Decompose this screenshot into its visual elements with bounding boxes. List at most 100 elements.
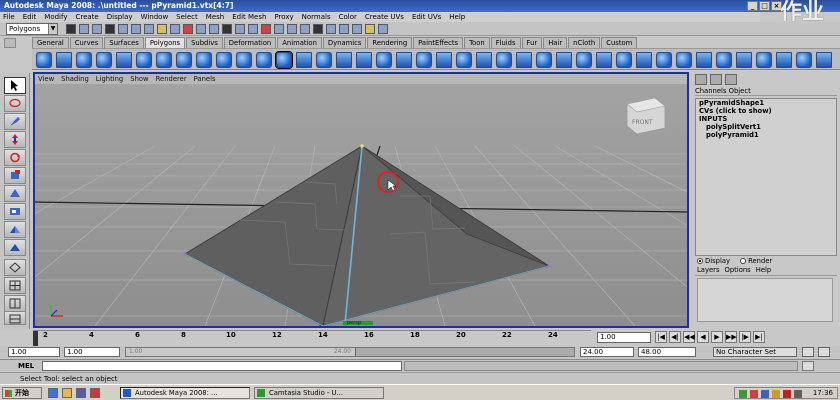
- tab-fluids[interactable]: Fluids: [490, 37, 521, 48]
- viewport-menu-renderer[interactable]: Renderer: [156, 74, 187, 84]
- step-forward-frame-button[interactable]: ▶▶: [725, 331, 737, 343]
- new-scene-icon[interactable]: [66, 24, 76, 34]
- step-back-key-button[interactable]: ◀|: [669, 331, 681, 343]
- select-hierarchy-icon[interactable]: [118, 24, 128, 34]
- select-component-icon[interactable]: [144, 24, 154, 34]
- help-menu[interactable]: Help: [756, 266, 772, 275]
- uv-editor-icon[interactable]: [716, 52, 732, 68]
- shape-node-name[interactable]: pPyramidShape1: [696, 99, 836, 107]
- reduce-icon[interactable]: [416, 52, 432, 68]
- selection-mask-icon[interactable]: [105, 24, 115, 34]
- select-joint-icon[interactable]: [170, 24, 180, 34]
- options-menu[interactable]: Options: [725, 266, 751, 275]
- channels-menu[interactable]: Channels: [695, 87, 726, 95]
- viewport-scene[interactable]: FRONT persp: [35, 84, 687, 326]
- append-polygon-icon[interactable]: [476, 52, 492, 68]
- script-editor-icon[interactable]: [802, 361, 814, 371]
- poly-cube-icon[interactable]: [56, 52, 72, 68]
- end-time-field[interactable]: 48.00: [638, 347, 696, 357]
- command-input[interactable]: [42, 361, 402, 371]
- channel-box-toggle-icon[interactable]: [695, 74, 707, 85]
- character-set-dropdown[interactable]: No Character Set: [713, 347, 797, 357]
- quadrangulate-icon[interactable]: [776, 52, 792, 68]
- object-menu[interactable]: Object: [729, 87, 751, 95]
- ipr-render-icon[interactable]: [352, 24, 362, 34]
- snap-point-icon[interactable]: [287, 24, 297, 34]
- input-node[interactable]: polyPyramid1: [696, 131, 836, 139]
- tab-polygons[interactable]: Polygons: [144, 37, 186, 48]
- tray-update-icon[interactable]: [772, 390, 780, 398]
- poly-cone-icon[interactable]: [96, 52, 112, 68]
- layout-persp-outliner[interactable]: [4, 259, 26, 276]
- menu-proxy[interactable]: Proxy: [274, 12, 293, 22]
- tab-rendering[interactable]: Rendering: [367, 37, 413, 48]
- tab-dynamics[interactable]: Dynamics: [322, 37, 367, 48]
- layout-hypershade[interactable]: [4, 295, 26, 312]
- render-layer-radio[interactable]: Render: [740, 256, 772, 266]
- start-button[interactable]: 开始: [2, 387, 42, 399]
- save-scene-icon[interactable]: [92, 24, 102, 34]
- mel-label[interactable]: MEL: [18, 361, 34, 371]
- boolean-difference-icon[interactable]: [356, 52, 372, 68]
- step-back-frame-button[interactable]: ◀◀: [683, 331, 695, 343]
- tab-animation[interactable]: Animation: [277, 37, 322, 48]
- tray-antivirus-icon[interactable]: [783, 390, 791, 398]
- menu-mesh[interactable]: Mesh: [206, 12, 224, 22]
- quick-launch-ie-icon[interactable]: [48, 388, 58, 398]
- poly-torus-icon[interactable]: [136, 52, 152, 68]
- layout-single-view[interactable]: [4, 221, 26, 238]
- play-forwards-button[interactable]: ▶: [711, 331, 723, 343]
- poly-pipe-icon[interactable]: [196, 52, 212, 68]
- perspective-viewport[interactable]: View Shading Lighting Show Renderer Pane…: [33, 72, 689, 328]
- offset-edge-loop-icon[interactable]: [536, 52, 552, 68]
- viewport-menu-shading[interactable]: Shading: [61, 74, 89, 84]
- layer-list[interactable]: [697, 278, 833, 322]
- viewport-menu-panels[interactable]: Panels: [194, 74, 216, 84]
- maximize-button[interactable]: □: [759, 1, 770, 11]
- chamfer-vertex-icon[interactable]: [616, 52, 632, 68]
- cvs-toggle[interactable]: CVs (click to show): [696, 107, 836, 115]
- go-to-end-button[interactable]: ▶|: [753, 331, 765, 343]
- tool-settings-toggle-icon[interactable]: [725, 74, 737, 85]
- split-polygon-icon[interactable]: [496, 52, 512, 68]
- bevel-icon[interactable]: [556, 52, 572, 68]
- input-line-icon[interactable]: [378, 24, 388, 34]
- history-icon[interactable]: [326, 24, 336, 34]
- menu-set-dropdown[interactable]: Polygons ▼: [6, 23, 58, 35]
- attribute-editor-toggle-icon[interactable]: [710, 74, 722, 85]
- delete-edge-icon[interactable]: [596, 52, 612, 68]
- cylindrical-mapping-icon[interactable]: [656, 52, 672, 68]
- render-settings-icon[interactable]: [365, 24, 375, 34]
- menu-window[interactable]: Window: [141, 12, 169, 22]
- automatic-mapping-icon[interactable]: [696, 52, 712, 68]
- extrude-icon[interactable]: [436, 52, 452, 68]
- poly-prism-icon[interactable]: [156, 52, 172, 68]
- tab-surfaces[interactable]: Surfaces: [104, 37, 144, 48]
- select-tool[interactable]: [4, 77, 26, 94]
- poly-soccer-ball-icon[interactable]: [236, 52, 252, 68]
- last-used-tool[interactable]: [4, 203, 26, 220]
- cleanup-icon[interactable]: [816, 52, 832, 68]
- animation-prefs-icon[interactable]: [818, 347, 830, 357]
- planar-mapping-icon[interactable]: [636, 52, 652, 68]
- menu-edit-uvs[interactable]: Edit UVs: [412, 12, 441, 22]
- tab-general[interactable]: General: [32, 37, 69, 48]
- menu-normals[interactable]: Normals: [302, 12, 331, 22]
- tab-deformation[interactable]: Deformation: [223, 37, 277, 48]
- display-layer-radio[interactable]: Display: [697, 256, 730, 266]
- tab-toon[interactable]: Toon: [464, 37, 490, 48]
- tray-display-icon[interactable]: [794, 390, 802, 398]
- menu-select[interactable]: Select: [176, 12, 198, 22]
- tab-subdivs[interactable]: Subdivs: [186, 37, 223, 48]
- viewport-menu-show[interactable]: Show: [130, 74, 148, 84]
- layout-four-view[interactable]: [4, 239, 26, 256]
- poly-cylinder-icon[interactable]: [76, 52, 92, 68]
- spherical-mapping-icon[interactable]: [676, 52, 692, 68]
- menu-edit-mesh[interactable]: Edit Mesh: [232, 12, 266, 22]
- input-node[interactable]: polySplitVert1: [696, 123, 836, 131]
- end-range-field[interactable]: 24.00: [580, 347, 634, 357]
- select-deformer-icon[interactable]: [209, 24, 219, 34]
- mirror-geometry-icon[interactable]: [396, 52, 412, 68]
- menu-create-uvs[interactable]: Create UVs: [365, 12, 404, 22]
- play-backwards-button[interactable]: ◀: [697, 331, 709, 343]
